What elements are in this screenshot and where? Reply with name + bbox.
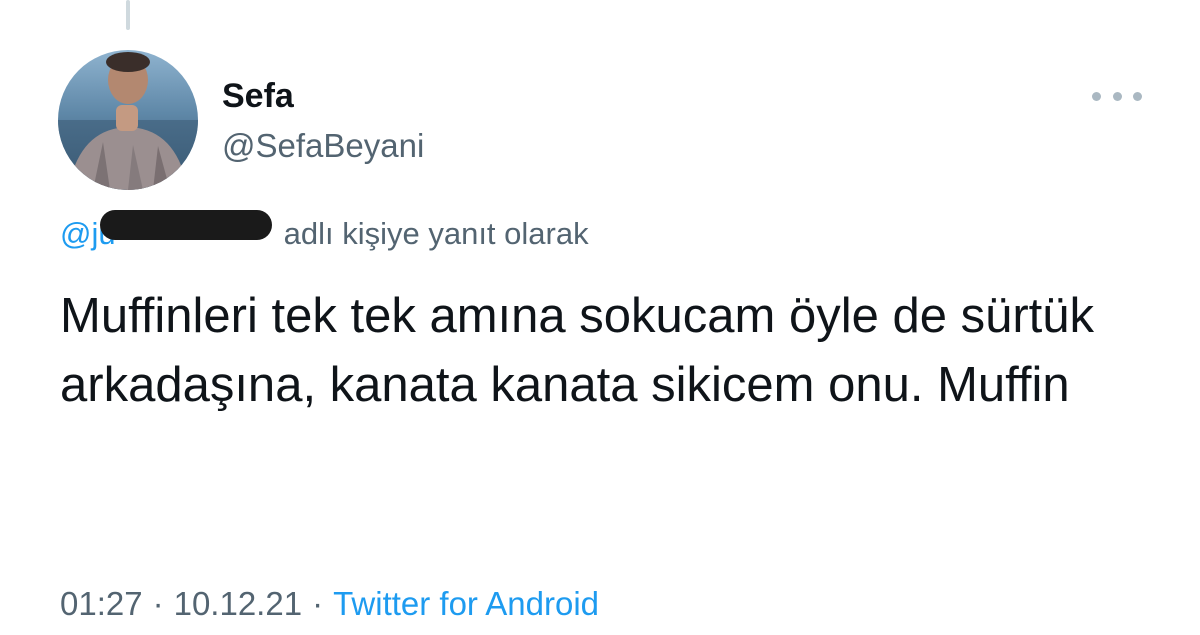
avatar[interactable] bbox=[58, 50, 198, 190]
more-icon[interactable] bbox=[1092, 84, 1142, 108]
thread-connector-line bbox=[126, 0, 130, 30]
tweet-meta: 01:27 · 10.12.21 · Twitter for Android bbox=[60, 584, 599, 624]
author-name[interactable]: Sefa bbox=[222, 76, 294, 116]
more-dot bbox=[1092, 91, 1101, 101]
tweet-date[interactable]: 10.12.21 bbox=[174, 585, 302, 622]
redaction-blot bbox=[100, 210, 272, 240]
reply-context-label: adlı kişiye yanıt olarak bbox=[283, 216, 589, 251]
more-dot bbox=[1133, 91, 1142, 101]
author-handle[interactable]: @SefaBeyani bbox=[222, 126, 424, 166]
tweet-source-link[interactable]: Twitter for Android bbox=[333, 585, 599, 622]
tweet-time[interactable]: 01:27 bbox=[60, 585, 143, 622]
avatar-photo bbox=[58, 50, 198, 190]
tweet-text: Muffinleri tek tek amına sokucam öyle de… bbox=[60, 289, 1095, 412]
meta-separator: · bbox=[312, 585, 324, 622]
meta-separator: · bbox=[152, 585, 164, 622]
more-dot bbox=[1112, 91, 1122, 101]
